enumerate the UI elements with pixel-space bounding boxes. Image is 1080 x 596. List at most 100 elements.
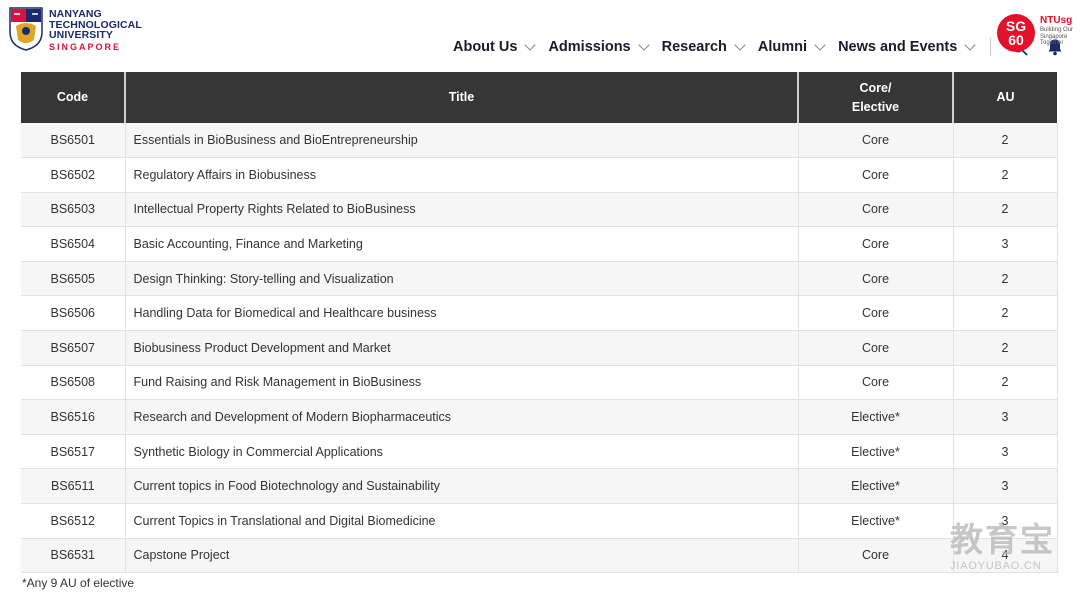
- header-core-elective-line2: Elective: [851, 99, 900, 114]
- logo-line-1: NANYANG: [49, 8, 102, 20]
- cell-title: Capstone Project: [125, 538, 799, 574]
- sg60-badge-60: 60: [1008, 32, 1024, 48]
- cell-type: Elective*: [798, 434, 954, 470]
- table-row: BS6517 Synthetic Biology in Commercial A…: [21, 434, 1058, 470]
- cell-type: Core: [798, 192, 954, 228]
- cell-type: Elective*: [798, 468, 954, 505]
- nav-about-us[interactable]: About Us: [453, 39, 537, 55]
- nav-about-us-label: About Us: [453, 39, 518, 55]
- header-core-elective-line1: Core/: [859, 80, 892, 95]
- cell-title: Handling Data for Biomedical and Healthc…: [125, 295, 799, 332]
- nav-alumni-label: Alumni: [757, 39, 808, 55]
- chevron-down-icon: [637, 39, 650, 51]
- cell-type: Elective*: [798, 399, 954, 435]
- logo-line-3: UNIVERSITY: [49, 29, 114, 41]
- cell-type: Core: [798, 538, 954, 574]
- cell-au: 2: [953, 295, 1058, 332]
- cell-type: Core: [798, 365, 954, 401]
- logo-wordmark: NANYANG TECHNOLOGICAL UNIVERSITY SINGAPO…: [49, 9, 142, 52]
- nav-news-and-events[interactable]: News and Events: [838, 39, 976, 55]
- cell-title: Essentials in BioBusiness and BioEntrepr…: [125, 123, 799, 159]
- nav-admissions[interactable]: Admissions: [548, 39, 650, 55]
- ntu-crest-icon: [9, 7, 43, 51]
- nav-research-label: Research: [661, 39, 727, 55]
- cell-type: Core: [798, 330, 954, 366]
- cell-type: Core: [798, 261, 954, 297]
- cell-au: 2: [953, 261, 1058, 297]
- nav-research[interactable]: Research: [661, 39, 746, 55]
- ntu-logo[interactable]: NANYANG TECHNOLOGICAL UNIVERSITY SINGAPO…: [8, 6, 142, 52]
- cell-title: Basic Accounting, Finance and Marketing: [125, 226, 799, 262]
- cell-title: Biobusiness Product Development and Mark…: [125, 330, 799, 366]
- header-au: AU: [953, 72, 1057, 123]
- table-row: BS6503 Intellectual Property Rights Rela…: [21, 192, 1058, 228]
- site-header: NANYANG TECHNOLOGICAL UNIVERSITY SINGAPO…: [0, 0, 1080, 68]
- table-row: BS6506 Handling Data for Biomedical and …: [21, 295, 1058, 332]
- cell-au: 2: [953, 192, 1058, 228]
- cell-code: BS6516: [21, 399, 126, 435]
- cell-type: Core: [798, 226, 954, 262]
- cell-code: BS6502: [21, 157, 126, 193]
- cell-au: 2: [953, 365, 1058, 401]
- watermark-cn: 教育宝: [950, 520, 1055, 559]
- table-row: BS6511 Current topics in Food Biotechnol…: [21, 468, 1058, 505]
- cell-type: Core: [798, 157, 954, 193]
- cell-title: Regulatory Affairs in Biobusiness: [125, 157, 799, 193]
- watermark-en: JIAOYUBAO.CN: [950, 560, 1042, 572]
- sg60-badge-sg: SG: [1005, 18, 1027, 34]
- cell-code: BS6511: [21, 468, 126, 505]
- cell-code: BS6503: [21, 192, 126, 228]
- cell-title: Research and Development of Modern Bioph…: [125, 399, 799, 435]
- chevron-down-icon: [734, 39, 746, 51]
- table-row: BS6512 Current Topics in Translational a…: [21, 503, 1058, 539]
- chevron-down-icon: [814, 39, 826, 51]
- table-row: BS6516 Research and Development of Moder…: [21, 399, 1058, 435]
- nav-alumni[interactable]: Alumni: [757, 39, 826, 55]
- cell-title: Current topics in Food Biotechnology and…: [125, 468, 799, 505]
- cell-title: Fund Raising and Risk Management in BioB…: [125, 365, 799, 401]
- main-nav: About Us Admissions Research Alumni News…: [453, 38, 1073, 56]
- table-row: BS6505 Design Thinking: Story-telling an…: [21, 261, 1058, 297]
- table-row: BS6531 Capstone Project Core 4: [21, 538, 1058, 574]
- cell-au: 2: [953, 157, 1058, 193]
- cell-code: BS6506: [21, 295, 126, 332]
- table-row: BS6504 Basic Accounting, Finance and Mar…: [21, 226, 1058, 262]
- nav-divider: [990, 38, 992, 56]
- table-row: BS6508 Fund Raising and Risk Management …: [21, 365, 1058, 401]
- nav-news-and-events-label: News and Events: [838, 39, 958, 55]
- table-header-row: Code Title Core/ Elective AU: [21, 72, 1057, 123]
- cell-au: 2: [953, 123, 1058, 159]
- ntusg-tagline: Building Our Singapore Together: [1040, 27, 1074, 46]
- cell-title: Design Thinking: Story-telling and Visua…: [125, 261, 799, 297]
- header-code: Code: [21, 72, 126, 123]
- cell-code: BS6505: [21, 261, 126, 297]
- cell-title: Intellectual Property Rights Related to …: [125, 192, 799, 228]
- elective-footnote: *Any 9 AU of elective: [22, 576, 135, 590]
- cell-type: Elective*: [798, 503, 954, 539]
- course-table: Code Title Core/ Elective AU BS6501 Esse…: [21, 72, 1058, 574]
- cell-au: 2: [953, 330, 1058, 366]
- cell-type: Core: [798, 295, 954, 332]
- cell-code: BS6512: [21, 503, 126, 539]
- nav-admissions-label: Admissions: [548, 39, 631, 55]
- table-row: BS6501 Essentials in BioBusiness and Bio…: [21, 123, 1058, 159]
- table-row: BS6507 Biobusiness Product Development a…: [21, 330, 1058, 366]
- sg60-badge[interactable]: SG 60: [997, 14, 1035, 52]
- chevron-down-icon: [524, 39, 537, 51]
- logo-line-4: SINGAPORE: [49, 41, 122, 52]
- cell-au: 3: [953, 434, 1058, 470]
- cell-code: BS6504: [21, 226, 126, 262]
- course-table-body: BS6501 Essentials in BioBusiness and Bio…: [21, 123, 1058, 574]
- course-table-container: Code Title Core/ Elective AU BS6501 Esse…: [21, 72, 1058, 574]
- cell-code: BS6531: [21, 538, 126, 574]
- cell-title: Current Topics in Translational and Digi…: [125, 503, 799, 539]
- cell-title: Synthetic Biology in Commercial Applicat…: [125, 434, 799, 470]
- table-row: BS6502 Regulatory Affairs in Biobusiness…: [21, 157, 1058, 193]
- cell-code: BS6508: [21, 365, 126, 401]
- cell-au: 3: [953, 226, 1058, 262]
- header-title: Title: [125, 72, 799, 123]
- cell-au: 3: [953, 468, 1058, 505]
- cell-code: BS6517: [21, 434, 126, 470]
- ntusg-brand: NTUsg: [1040, 15, 1073, 26]
- chevron-down-icon: [964, 39, 976, 51]
